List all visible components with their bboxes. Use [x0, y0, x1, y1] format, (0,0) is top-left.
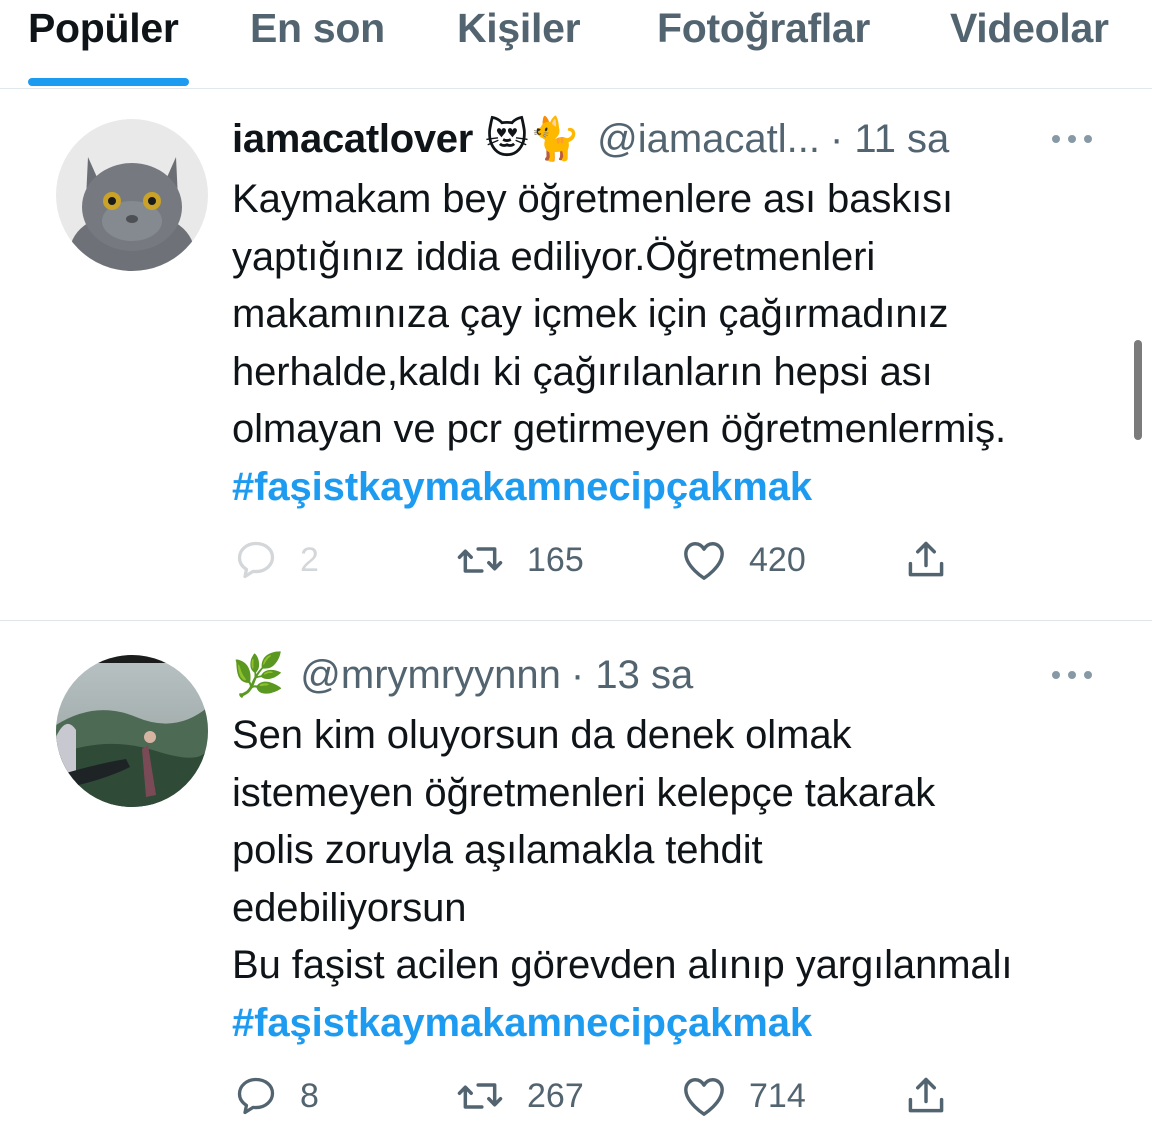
- more-icon[interactable]: [1052, 133, 1092, 145]
- landscape-avatar-image: [56, 655, 208, 807]
- tweet[interactable]: 🌿 @mrymryynnn · 13 sa Sen kim oluyorsun …: [0, 621, 1152, 1146]
- tweet-time[interactable]: · 11 sa: [830, 117, 949, 162]
- user-handle[interactable]: @iamacatl...: [597, 117, 820, 162]
- tab-photos[interactable]: Fotoğraflar: [657, 5, 870, 52]
- tweet-text: Kaymakam bey öğretmenlere ası baskısı ya…: [232, 171, 1112, 516]
- like-button[interactable]: 420: [681, 530, 806, 590]
- tweet-header: 🌿 @mrymryynnn · 13 sa: [232, 649, 693, 701]
- reply-icon: [237, 1077, 275, 1115]
- tweet-text-line: herhalde,kaldı ki çağırılanların hepsi a…: [232, 349, 933, 394]
- name-emoji: 🌿: [232, 650, 285, 699]
- like-button[interactable]: 714: [681, 1066, 806, 1126]
- active-tab-indicator: [28, 78, 189, 86]
- hashtag-link[interactable]: #faşistkaymakamnecipçakmak: [232, 459, 1112, 517]
- scrollbar[interactable]: [1134, 340, 1142, 440]
- tweet[interactable]: iamacatlover 😻🐈 @iamacatl... · 11 sa Kay…: [0, 89, 1152, 620]
- hashtag-link[interactable]: #faşistkaymakamnecipçakmak: [232, 995, 1112, 1053]
- tab-videos[interactable]: Videolar: [950, 5, 1109, 52]
- user-handle[interactable]: @mrymryynnn: [300, 653, 561, 698]
- avatar[interactable]: [56, 655, 208, 807]
- tweet-text-line: Bu faşist acilen görevden alınıp yargıla…: [232, 943, 1013, 987]
- tweet-actions: 8 267 714: [0, 1066, 1152, 1126]
- tab-people[interactable]: Kişiler: [457, 5, 581, 52]
- like-count: 714: [749, 1076, 806, 1115]
- like-icon: [684, 542, 724, 580]
- tweet-text: Sen kim oluyorsun da denek olmak istemey…: [232, 707, 1112, 1052]
- tweet-text-line: istemeyen öğretmenleri kelepçe takarak: [232, 770, 936, 815]
- tweet-text-line: Sen kim oluyorsun da denek olmak: [232, 713, 852, 757]
- tab-popular[interactable]: Popüler: [28, 5, 179, 52]
- retweet-count: 165: [527, 540, 584, 579]
- retweet-count: 267: [527, 1076, 584, 1115]
- reply-button[interactable]: 2: [234, 530, 319, 590]
- reply-count: 2: [300, 540, 319, 579]
- avatar[interactable]: [56, 119, 208, 271]
- tweet-text-line: olmayan ve pcr getirmeyen öğretmenlermiş…: [232, 407, 1006, 451]
- tweet-header: iamacatlover 😻🐈 @iamacatl... · 11 sa: [232, 113, 949, 165]
- tab-latest[interactable]: En son: [250, 5, 385, 52]
- tweet-text-line: makamınıza çay içmek için çağırmadınız: [232, 292, 949, 336]
- tweet-text-line: yaptığınız iddia ediliyor.Öğretmenleri: [232, 234, 876, 279]
- retweet-button[interactable]: 165: [455, 530, 584, 590]
- reply-button[interactable]: 8: [234, 1066, 319, 1126]
- more-icon[interactable]: [1052, 669, 1092, 681]
- tweet-text-line: polis zoruyla aşılamakla tehdit: [232, 828, 763, 872]
- reply-icon: [237, 541, 275, 579]
- tweet-actions: 2 165 420: [0, 530, 1152, 590]
- cat-avatar-image: [56, 119, 208, 271]
- share-icon: [908, 1077, 944, 1113]
- tweet-time[interactable]: · 13 sa: [571, 653, 693, 698]
- retweet-button[interactable]: 267: [455, 1066, 584, 1126]
- name-emoji: 😻🐈: [485, 114, 582, 163]
- reply-count: 8: [300, 1076, 319, 1115]
- retweet-icon: [457, 547, 503, 573]
- share-icon: [908, 541, 944, 577]
- search-tabs: Popüler En son Kişiler Fotoğraflar Video…: [0, 0, 1152, 89]
- tweet-text-line: Kaymakam bey öğretmenlere ası baskısı: [232, 177, 954, 221]
- like-count: 420: [749, 540, 806, 579]
- share-button[interactable]: [904, 1066, 948, 1126]
- share-button[interactable]: [904, 530, 948, 590]
- like-icon: [684, 1078, 724, 1116]
- retweet-icon: [457, 1083, 503, 1109]
- tweet-text-line: edebiliyorsun: [232, 885, 467, 930]
- display-name[interactable]: iamacatlover: [232, 117, 473, 162]
